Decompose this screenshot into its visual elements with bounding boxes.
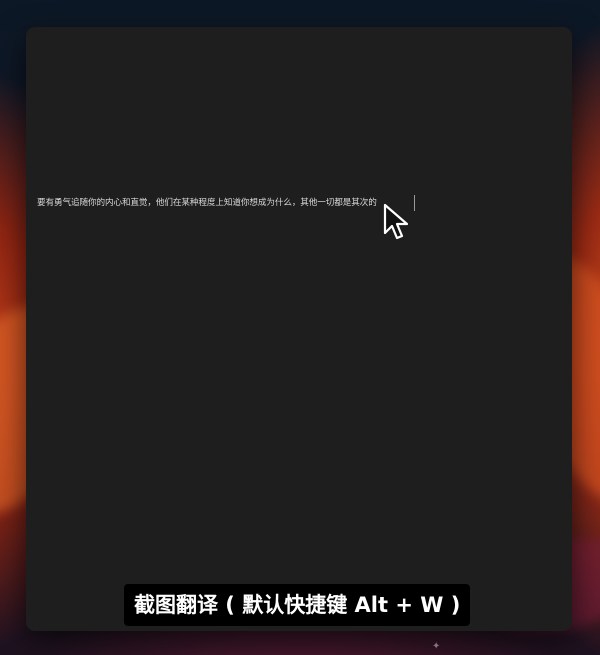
arrow-pointer-icon: [383, 203, 409, 240]
caption-banner: 截图翻译 ( 默认快捷键 Alt + W ): [124, 584, 471, 626]
screenshot-translate-window[interactable]: 要有勇气追随你的内心和直觉，他们在某种程度上知道你想成为什么，其他一切都是其次的: [26, 27, 572, 631]
sparkle-icon: ✦: [432, 641, 441, 652]
selected-text[interactable]: 要有勇气追随你的内心和直觉，他们在某种程度上知道你想成为什么，其他一切都是其次的: [37, 197, 411, 209]
